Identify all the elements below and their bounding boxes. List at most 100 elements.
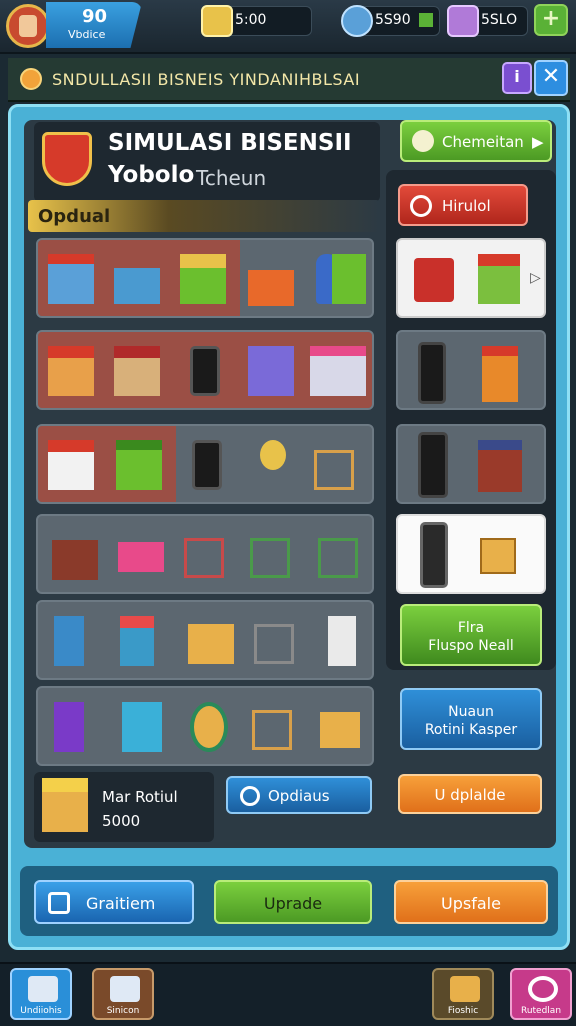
blue-card-line2: Rotini Kasper — [424, 722, 518, 738]
blue-card-line1: Nuaun — [448, 704, 494, 720]
graitiem-label: Graitiem — [86, 894, 156, 913]
market-stall-icon — [48, 346, 94, 396]
tab-sinicon[interactable]: Sinicon — [92, 968, 154, 1020]
shelf-icon — [114, 268, 160, 304]
section-label: Opdual — [38, 206, 111, 227]
tab-hirulol[interactable]: Hirulol — [398, 184, 528, 226]
coin-resource[interactable]: 5:00 — [201, 5, 312, 37]
upgrade-button[interactable]: Uprade — [214, 880, 372, 924]
cash-icon — [447, 5, 479, 37]
dplalde-button[interactable]: U dplalde — [398, 774, 542, 814]
cash-value: 5SLO — [481, 12, 518, 28]
tab-fioshic-label: Fioshic — [447, 1006, 479, 1016]
chevron-right-icon: ▶ — [532, 133, 544, 151]
package-icon — [480, 538, 516, 574]
item-row-stores[interactable] — [36, 238, 374, 318]
title-icon — [20, 68, 42, 90]
upsfale-button[interactable]: Upsfale — [394, 880, 548, 924]
coin-icon — [201, 5, 233, 37]
shopping-cart-icon — [318, 538, 358, 578]
vending-machine-icon — [482, 346, 518, 402]
green-card-line1: Flra — [457, 620, 485, 636]
bag-icon — [450, 976, 480, 1002]
tab-undiiohis[interactable]: Undiiohis — [10, 968, 72, 1020]
kiosk-icon — [478, 254, 520, 304]
tablet-icon — [192, 440, 222, 490]
featured-price: 5000 — [102, 812, 141, 830]
tab-sinicon-label: Sinicon — [106, 1006, 140, 1016]
side-card-shop[interactable]: ▷ — [396, 238, 546, 318]
green-card-line2: Fluspo Neall — [428, 638, 514, 654]
tab-hirulol-label: Hirulol — [442, 197, 491, 215]
chemeitan-button[interactable]: Chemeitan ▶ — [400, 120, 552, 162]
item-row-gadgets[interactable] — [36, 424, 374, 504]
smartphone-icon — [420, 522, 448, 588]
side-card-phone[interactable] — [396, 330, 546, 410]
rotini-kasper-button[interactable]: Nuaun Rotini Kasper — [400, 688, 542, 750]
store-icon — [28, 976, 58, 1002]
cash-box-icon — [118, 542, 164, 572]
side-card-tablet[interactable] — [396, 424, 546, 504]
side-card-mobile[interactable] — [396, 514, 546, 594]
greenhouse-icon — [116, 440, 162, 490]
cart-icon — [332, 254, 366, 304]
arrow-circle-icon — [412, 130, 434, 152]
info-button[interactable]: i — [502, 62, 532, 94]
tab-rutedlan[interactable]: Rutedlan — [510, 968, 572, 1020]
product-box-icon — [120, 616, 154, 666]
opdiaus-button[interactable]: Opdiaus — [226, 776, 372, 814]
item-row-supplies[interactable] — [36, 600, 374, 680]
title-bar: SNDULLASII BISNEIS YINDANIHBLSAI — [8, 58, 570, 102]
register-icon — [52, 540, 98, 580]
game-title-subtitle: Tcheun — [196, 166, 267, 190]
game-title-line2: Yobolo — [108, 162, 195, 188]
tab-undiiohis-label: Undiiohis — [20, 1006, 62, 1016]
dplalde-label: U dplalde — [434, 786, 506, 804]
item-row-carts[interactable] — [36, 514, 374, 594]
shopping-cart-icon — [314, 450, 354, 490]
upgrade-label: Uprade — [263, 894, 323, 913]
shop-building-icon — [310, 346, 366, 396]
gem-icon — [341, 5, 373, 37]
item-row-shops[interactable] — [36, 330, 374, 410]
counter-icon — [478, 440, 522, 492]
box-icon — [110, 976, 140, 1002]
tab-rutedlan-label: Rutedlan — [520, 1006, 562, 1016]
fluspo-neall-button[interactable]: Flra Fluspo Neall — [400, 604, 542, 666]
upsfale-label: Upsfale — [441, 894, 501, 913]
gem-resource[interactable]: 5S90 — [341, 5, 440, 37]
printer-icon — [248, 346, 294, 396]
chevron-right-icon: ▷ — [530, 270, 541, 286]
game-title-line1: SIMULASI BISENSII — [108, 130, 352, 156]
featured-title: Mar Rotiul — [102, 788, 178, 806]
package-icon — [188, 624, 234, 664]
close-button[interactable]: ✕ — [534, 60, 568, 96]
refresh-icon — [240, 786, 260, 806]
shopping-cart-icon — [254, 624, 294, 664]
opdiaus-label: Opdiaus — [268, 787, 330, 805]
level-badge[interactable]: 90 Vbdice — [46, 2, 142, 48]
tab-fioshic[interactable]: Fioshic — [432, 968, 494, 1020]
shopping-cart-icon — [250, 538, 290, 578]
tablet-icon — [54, 702, 84, 752]
window-title: SNDULLASII BISNEIS YINDANIHBLSAI — [52, 70, 361, 89]
cash-resource[interactable]: 5SLO — [447, 5, 528, 37]
no-entry-icon — [410, 195, 432, 217]
display-icon — [122, 702, 162, 752]
kiosk-icon — [180, 254, 226, 304]
chemeitan-label: Chemeitan — [442, 133, 524, 151]
badge-icon — [190, 702, 228, 752]
item-row-goods[interactable] — [36, 686, 374, 766]
green-indicator — [419, 13, 433, 27]
add-currency-button[interactable]: + — [534, 4, 568, 36]
bag-icon — [328, 616, 356, 666]
boxes-icon — [320, 712, 360, 748]
food-cart-icon — [48, 440, 94, 490]
phone-icon — [418, 342, 446, 404]
phone-icon — [190, 346, 220, 396]
bakery-icon — [114, 346, 160, 396]
stall-icon — [414, 258, 454, 302]
player-avatar[interactable] — [6, 4, 50, 48]
graitiem-button[interactable]: Graitiem — [34, 880, 194, 924]
shopping-cart-icon — [184, 538, 224, 578]
